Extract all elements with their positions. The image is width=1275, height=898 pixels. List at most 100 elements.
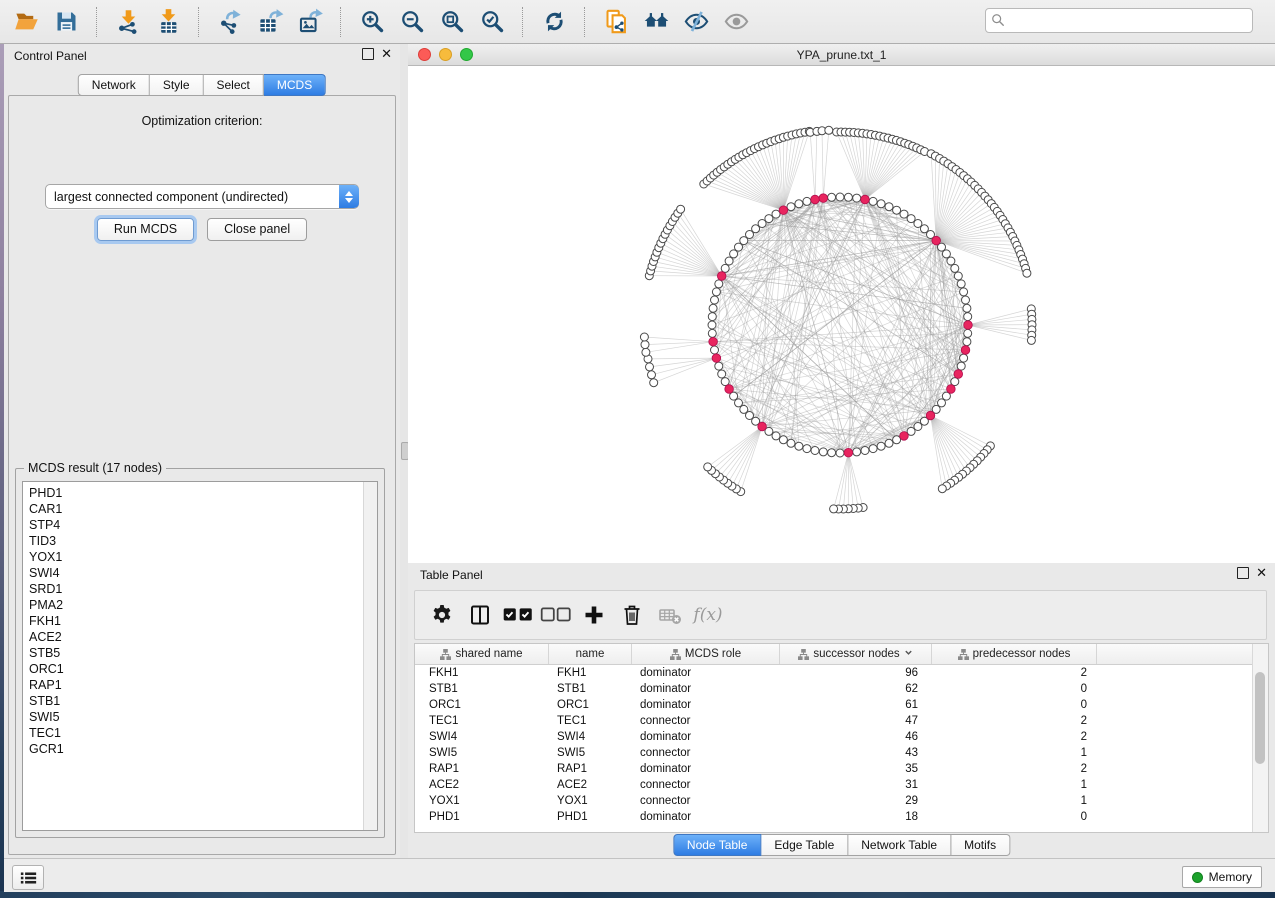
- cell-shared-name[interactable]: TEC1: [415, 715, 549, 727]
- mcds-result-item[interactable]: STP4: [29, 517, 363, 533]
- run-mcds-button[interactable]: Run MCDS: [97, 218, 194, 241]
- cell-name[interactable]: ORC1: [549, 699, 632, 711]
- mcds-result-item[interactable]: YOX1: [29, 549, 363, 565]
- maximize-window-icon[interactable]: [460, 48, 473, 61]
- plus-button[interactable]: [575, 596, 613, 634]
- save-button[interactable]: [46, 4, 86, 40]
- cell-successor-nodes[interactable]: 47: [780, 715, 932, 727]
- cell-successor-nodes[interactable]: 61: [780, 699, 932, 711]
- cell-successor-nodes[interactable]: 35: [780, 763, 932, 775]
- import-table-button[interactable]: [148, 4, 188, 40]
- mcds-result-item[interactable]: CAR1: [29, 501, 363, 517]
- table-row[interactable]: FKH1FKH1dominator962: [415, 665, 1252, 681]
- column-header-successor-nodes[interactable]: successor nodes: [780, 644, 932, 664]
- cell-shared-name[interactable]: STB1: [415, 683, 549, 695]
- mcds-result-item[interactable]: SWI5: [29, 709, 363, 725]
- cell-MCDS-role[interactable]: dominator: [632, 763, 780, 775]
- columns-button[interactable]: [461, 596, 499, 634]
- export-image-button[interactable]: [290, 4, 330, 40]
- cell-successor-nodes[interactable]: 18: [780, 811, 932, 823]
- cell-shared-name[interactable]: YOX1: [415, 795, 549, 807]
- duplicate-network-button[interactable]: [596, 4, 636, 40]
- tab-mcds[interactable]: MCDS: [264, 74, 326, 96]
- cell-successor-nodes[interactable]: 46: [780, 731, 932, 743]
- houses-button[interactable]: [636, 4, 676, 40]
- mcds-result-item[interactable]: ORC1: [29, 661, 363, 677]
- table-row[interactable]: YOX1YOX1connector291: [415, 793, 1252, 809]
- cell-shared-name[interactable]: FKH1: [415, 667, 549, 679]
- table-scrollbar[interactable]: [1252, 644, 1268, 832]
- mcds-result-item[interactable]: ACE2: [29, 629, 363, 645]
- table-row[interactable]: STB1STB1dominator620: [415, 681, 1252, 697]
- memory-button[interactable]: Memory: [1182, 866, 1262, 888]
- tab-style[interactable]: Style: [150, 74, 204, 96]
- float-panel-icon[interactable]: [1237, 567, 1249, 579]
- cell-shared-name[interactable]: RAP1: [415, 763, 549, 775]
- cell-predecessor-nodes[interactable]: 2: [932, 731, 1097, 743]
- cell-predecessor-nodes[interactable]: 2: [932, 667, 1097, 679]
- cell-successor-nodes[interactable]: 96: [780, 667, 932, 679]
- mcds-result-item[interactable]: TID3: [29, 533, 363, 549]
- cell-predecessor-nodes[interactable]: 0: [932, 811, 1097, 823]
- gear-button[interactable]: [423, 596, 461, 634]
- table-row[interactable]: SWI4SWI4dominator462: [415, 729, 1252, 745]
- mcds-result-item[interactable]: FKH1: [29, 613, 363, 629]
- cell-predecessor-nodes[interactable]: 1: [932, 795, 1097, 807]
- cell-MCDS-role[interactable]: connector: [632, 795, 780, 807]
- table-row[interactable]: RAP1RAP1dominator352: [415, 761, 1252, 777]
- cell-successor-nodes[interactable]: 62: [780, 683, 932, 695]
- cell-MCDS-role[interactable]: dominator: [632, 683, 780, 695]
- mcds-result-item[interactable]: GCR1: [29, 741, 363, 757]
- network-graph[interactable]: [408, 66, 1275, 563]
- close-panel-icon[interactable]: ✕: [381, 49, 392, 59]
- column-header-predecessor-nodes[interactable]: predecessor nodes: [932, 644, 1097, 664]
- optimization-criterion-select[interactable]: largest connected component (undirected): [45, 184, 359, 209]
- mcds-result-item[interactable]: STB1: [29, 693, 363, 709]
- tab-network-table[interactable]: Network Table: [848, 834, 951, 856]
- trash-button[interactable]: [613, 596, 651, 634]
- tab-motifs[interactable]: Motifs: [951, 834, 1010, 856]
- zoom-fit-button[interactable]: [432, 4, 472, 40]
- close-window-icon[interactable]: [418, 48, 431, 61]
- zoom-selected-button[interactable]: [472, 4, 512, 40]
- cell-name[interactable]: ACE2: [549, 779, 632, 791]
- table-row[interactable]: PHD1PHD1dominator180: [415, 809, 1252, 825]
- close-panel-icon[interactable]: ✕: [1256, 568, 1267, 578]
- task-history-button[interactable]: [12, 865, 44, 890]
- mcds-result-item[interactable]: PMA2: [29, 597, 363, 613]
- table-row[interactable]: ACE2ACE2connector311: [415, 777, 1252, 793]
- cell-predecessor-nodes[interactable]: 0: [932, 699, 1097, 711]
- zoom-out-button[interactable]: [392, 4, 432, 40]
- minimize-window-icon[interactable]: [439, 48, 452, 61]
- cell-predecessor-nodes[interactable]: 0: [932, 683, 1097, 695]
- table-scrollbar-thumb[interactable]: [1255, 672, 1265, 764]
- select-all-button[interactable]: [499, 596, 537, 634]
- search-input[interactable]: [985, 8, 1253, 33]
- cell-MCDS-role[interactable]: dominator: [632, 667, 780, 679]
- mcds-result-item[interactable]: SRD1: [29, 581, 363, 597]
- tab-node-table[interactable]: Node Table: [673, 834, 762, 856]
- cell-predecessor-nodes[interactable]: 2: [932, 763, 1097, 775]
- cell-name[interactable]: SWI5: [549, 747, 632, 759]
- cell-shared-name[interactable]: SWI5: [415, 747, 549, 759]
- result-list-scrollbar[interactable]: [363, 482, 377, 830]
- float-panel-icon[interactable]: [362, 48, 374, 60]
- cell-MCDS-role[interactable]: connector: [632, 747, 780, 759]
- mcds-result-item[interactable]: TEC1: [29, 725, 363, 741]
- column-header-shared-name[interactable]: shared name: [415, 644, 549, 664]
- refresh-button[interactable]: [534, 4, 574, 40]
- cell-name[interactable]: RAP1: [549, 763, 632, 775]
- tab-network[interactable]: Network: [78, 74, 150, 96]
- show-eye-button[interactable]: [716, 4, 756, 40]
- cell-shared-name[interactable]: ACE2: [415, 779, 549, 791]
- table-row[interactable]: SWI5SWI5connector431: [415, 745, 1252, 761]
- tab-edge-table[interactable]: Edge Table: [761, 834, 848, 856]
- mcds-result-item[interactable]: STB5: [29, 645, 363, 661]
- mcds-result-item[interactable]: RAP1: [29, 677, 363, 693]
- open-folder-button[interactable]: [6, 4, 46, 40]
- mcds-result-item[interactable]: PHD1: [29, 485, 363, 501]
- cell-successor-nodes[interactable]: 43: [780, 747, 932, 759]
- cell-MCDS-role[interactable]: connector: [632, 779, 780, 791]
- cell-shared-name[interactable]: SWI4: [415, 731, 549, 743]
- cell-name[interactable]: YOX1: [549, 795, 632, 807]
